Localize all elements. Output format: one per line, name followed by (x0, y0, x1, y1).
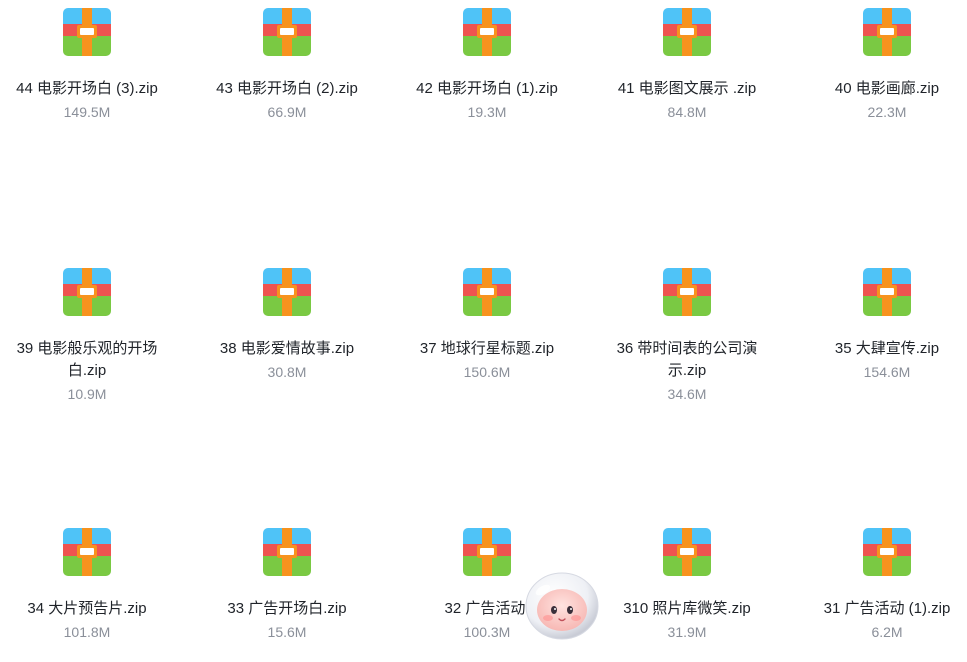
file-size: 101.8M (63, 624, 111, 640)
file-name: 37 地球行星标题.zip (419, 340, 555, 357)
zip-archive-icon (263, 268, 311, 316)
file-size: 66.9M (267, 104, 307, 120)
file-item[interactable]: 44 电影开场白 (3).zip 149.5M (7, 8, 167, 122)
file-name: 33 广告开场白.zip (227, 600, 347, 617)
file-name: 31 广告活动 (1).zip (823, 600, 951, 617)
zip-archive-icon (463, 528, 511, 576)
file-item[interactable]: 41 电影图文展示 .zip 84.8M (607, 8, 767, 122)
file-item[interactable]: 34 大片预告片.zip 101.8M (7, 528, 167, 642)
file-name: 40 电影画廊.zip (834, 80, 940, 97)
zip-archive-icon (463, 268, 511, 316)
file-name: 310 照片库微笑.zip (623, 600, 751, 617)
file-item[interactable]: 39 电影般乐观的开场白.zip 10.9M (7, 268, 167, 404)
file-name: 34 大片预告片.zip (27, 600, 147, 617)
file-item[interactable]: 40 电影画廊.zip 22.3M (807, 8, 967, 122)
zip-archive-icon (663, 8, 711, 56)
file-item[interactable]: 42 电影开场白 (1).zip 19.3M (407, 8, 567, 122)
file-size: 149.5M (63, 104, 111, 120)
zip-archive-icon (663, 268, 711, 316)
file-size: 34.6M (667, 386, 707, 402)
zip-archive-icon (863, 8, 911, 56)
file-item[interactable]: 35 大肆宣传.zip 154.6M (807, 268, 967, 382)
file-item[interactable]: 31 广告活动 (1).zip 6.2M (807, 528, 967, 642)
file-item[interactable]: 36 带时间表的公司演示.zip 34.6M (607, 268, 767, 404)
file-name: 36 带时间表的公司演示.zip (616, 340, 758, 379)
file-name: 39 电影般乐观的开场白.zip (16, 340, 158, 379)
file-item[interactable]: 310 照片库微笑.zip 31.9M (607, 528, 767, 642)
file-name: 35 大肆宣传.zip (834, 340, 940, 357)
zip-archive-icon (463, 8, 511, 56)
file-size: 30.8M (267, 364, 307, 380)
zip-archive-icon (863, 528, 911, 576)
file-item[interactable]: 37 地球行星标题.zip 150.6M (407, 268, 567, 382)
file-size: 31.9M (667, 624, 707, 640)
file-size: 84.8M (667, 104, 707, 120)
astronaut-mascot-icon[interactable] (521, 566, 603, 642)
file-size: 6.2M (871, 624, 903, 640)
file-name: 38 电影爱情故事.zip (219, 340, 355, 357)
file-size: 150.6M (463, 364, 511, 380)
file-size: 19.3M (467, 104, 507, 120)
zip-archive-icon (263, 528, 311, 576)
zip-archive-icon (863, 268, 911, 316)
file-grid: 44 电影开场白 (3).zip 149.5M 43 电影开场白 (2).zip… (0, 0, 967, 662)
file-size: 15.6M (267, 624, 307, 640)
file-size: 10.9M (67, 386, 107, 402)
file-item[interactable]: 33 广告开场白.zip 15.6M (207, 528, 367, 642)
file-name: 44 电影开场白 (3).zip (16, 80, 158, 97)
zip-archive-icon (263, 8, 311, 56)
zip-archive-icon (63, 8, 111, 56)
zip-archive-icon (663, 528, 711, 576)
file-name: 41 电影图文展示 .zip (617, 80, 757, 97)
file-size: 22.3M (867, 104, 907, 120)
file-item[interactable]: 38 电影爱情故事.zip 30.8M (207, 268, 367, 382)
file-name: 43 电影开场白 (2).zip (216, 80, 358, 97)
zip-archive-icon (63, 528, 111, 576)
file-item[interactable]: 43 电影开场白 (2).zip 66.9M (207, 8, 367, 122)
zip-archive-icon (63, 268, 111, 316)
file-size: 154.6M (863, 364, 911, 380)
file-name: 42 电影开场白 (1).zip (416, 80, 558, 97)
